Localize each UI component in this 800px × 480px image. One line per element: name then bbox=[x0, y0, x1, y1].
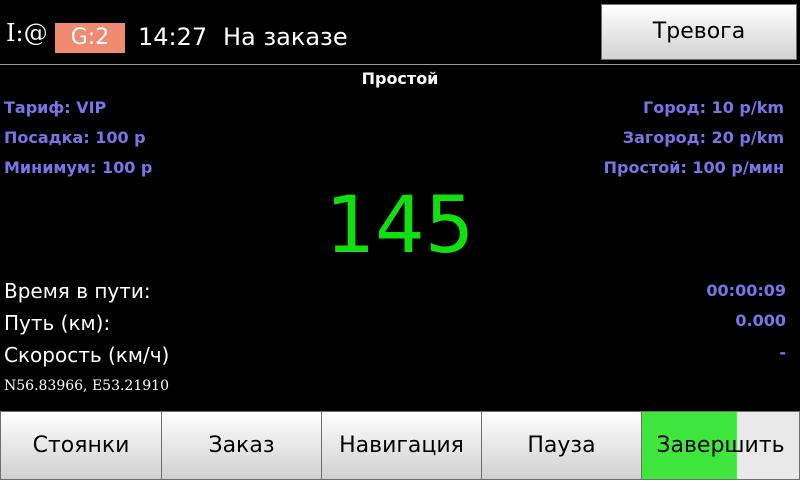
trip-speed-label: Скорость (км/ч) bbox=[4, 343, 170, 367]
mode-title: Простой bbox=[361, 69, 439, 88]
tariff-name: Тариф: VIP bbox=[4, 98, 107, 117]
parking-button[interactable]: Стоянки bbox=[0, 411, 162, 480]
alarm-button[interactable]: Тревога bbox=[601, 4, 797, 60]
tariff-city: Город: 10 р/km bbox=[643, 98, 784, 117]
tariff-idle: Простой: 100 р/мин bbox=[603, 158, 784, 177]
trip-distance-value: 0.000 bbox=[735, 311, 786, 330]
gps-coordinates: N56.83966, E53.21910 bbox=[4, 378, 169, 394]
pause-button[interactable]: Пауза bbox=[481, 411, 642, 480]
trip-time-label: Время в пути: bbox=[4, 279, 151, 303]
order-button[interactable]: Заказ bbox=[161, 411, 322, 480]
connection-indicator: I:@ bbox=[6, 19, 48, 47]
tariff-boarding: Посадка: 100 р bbox=[4, 128, 146, 147]
trip-time-value: 00:00:09 bbox=[706, 281, 786, 300]
trip-distance-label: Путь (км): bbox=[4, 311, 111, 335]
navigation-button[interactable]: Навигация bbox=[321, 411, 482, 480]
gps-badge: G:2 bbox=[55, 23, 125, 53]
tariff-minimum: Минимум: 100 р bbox=[4, 158, 153, 177]
finish-button[interactable]: Завершить bbox=[641, 411, 800, 480]
order-status: На заказе bbox=[223, 23, 348, 51]
trip-speed-value: - bbox=[779, 343, 786, 362]
fare-amount: 145 bbox=[325, 181, 475, 271]
tariff-suburb: Загород: 20 р/km bbox=[622, 128, 784, 147]
clock: 14:27 bbox=[138, 23, 208, 51]
